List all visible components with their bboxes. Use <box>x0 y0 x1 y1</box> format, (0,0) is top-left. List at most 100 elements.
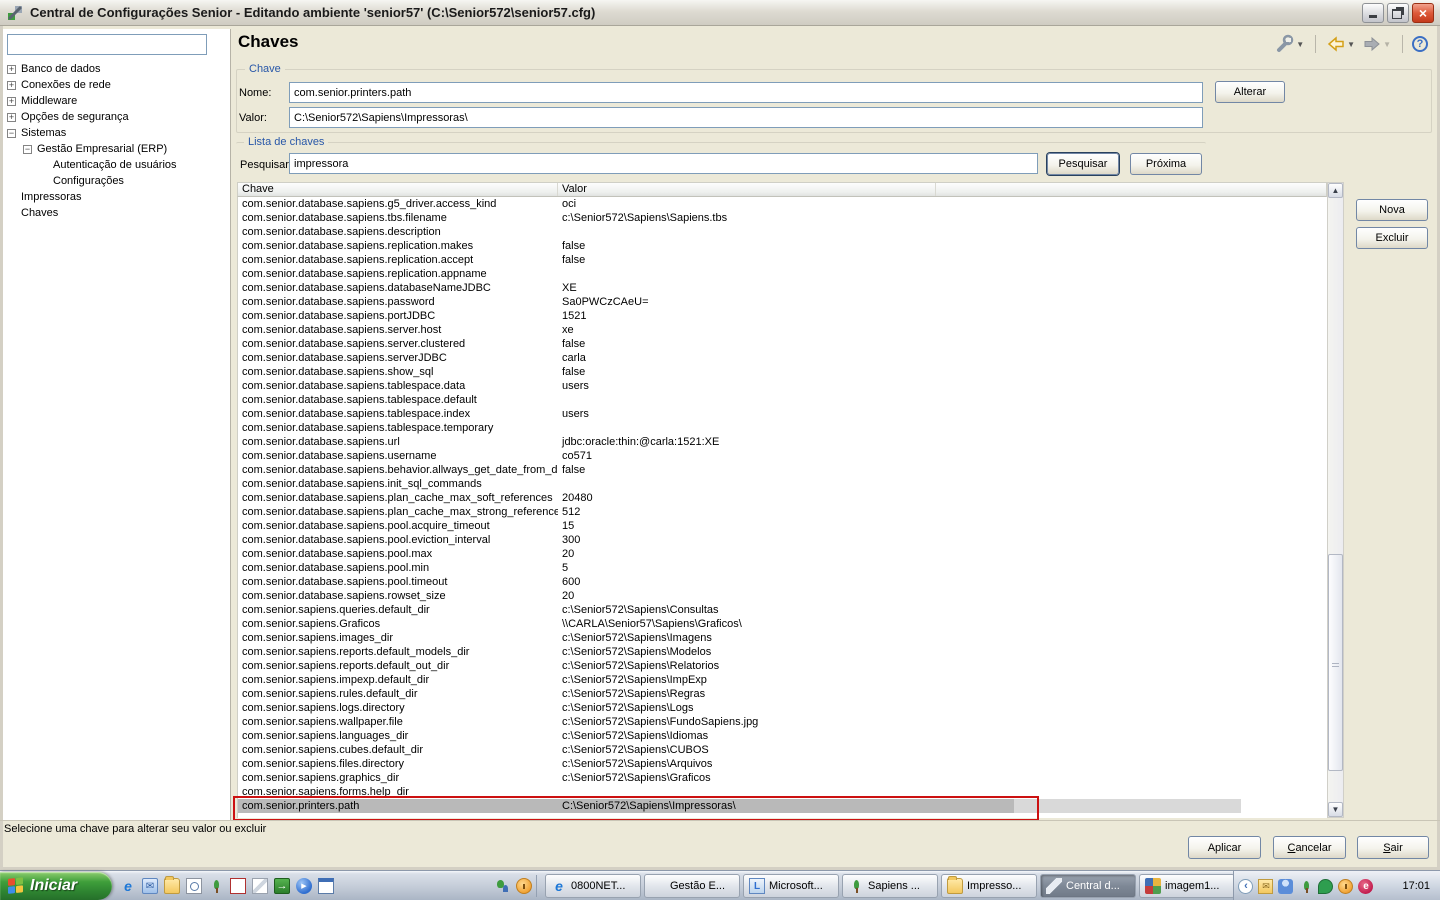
mail-icon[interactable] <box>1258 879 1273 894</box>
document-icon[interactable] <box>186 878 202 894</box>
taskbar-task[interactable]: Central d... <box>1040 874 1136 898</box>
app-pie-4-icon[interactable] <box>406 878 422 894</box>
table-row[interactable]: com.senior.database.sapiens.rowset_size … <box>238 589 1327 603</box>
table-row[interactable]: com.senior.database.sapiens.server.host … <box>238 323 1327 337</box>
red-e-icon[interactable] <box>1358 879 1373 894</box>
tree-item[interactable]: + Middleware <box>7 93 228 109</box>
messenger-user-icon[interactable] <box>1278 879 1293 894</box>
taskbar-task[interactable]: Impresso... <box>941 874 1037 898</box>
clock-icon[interactable] <box>1338 879 1353 894</box>
app-pie-6-icon[interactable] <box>450 878 466 894</box>
sair-button[interactable]: Sair <box>1357 836 1429 859</box>
window-icon[interactable] <box>318 878 334 894</box>
table-row[interactable]: com.senior.database.sapiens.databaseName… <box>238 281 1327 295</box>
vertical-scrollbar[interactable]: ▲ ▼ <box>1327 182 1344 818</box>
taskbar-task[interactable]: Microsoft... <box>743 874 839 898</box>
table-row[interactable]: com.senior.database.sapiens.description <box>238 225 1327 239</box>
column-header-valor[interactable]: Valor <box>558 183 936 196</box>
table-row[interactable]: com.senior.sapiens.graphics_dir c:\Senio… <box>238 771 1327 785</box>
minimize-button[interactable] <box>1362 3 1384 23</box>
tree-item[interactable]: Impressoras <box>7 189 228 205</box>
back-button[interactable]: ▼ <box>1325 34 1357 54</box>
table-row[interactable]: com.senior.database.sapiens.server.clust… <box>238 337 1327 351</box>
table-row[interactable]: com.senior.sapiens.languages_dir c:\Seni… <box>238 729 1327 743</box>
table-row[interactable]: com.senior.sapiens.images_dir c:\Senior5… <box>238 631 1327 645</box>
chat-icon[interactable] <box>1318 879 1333 894</box>
table-row[interactable]: com.senior.database.sapiens.g5_driver.ac… <box>238 197 1327 211</box>
aplicar-button[interactable]: Aplicar <box>1188 836 1261 859</box>
table-row[interactable]: com.senior.database.sapiens.tbs.filename… <box>238 211 1327 225</box>
tree-toggle-icon[interactable]: + <box>7 65 16 74</box>
table-row[interactable]: com.senior.database.sapiens.tablespace.i… <box>238 407 1327 421</box>
tree-item[interactable]: Chaves <box>7 205 228 221</box>
table-row[interactable]: com.senior.database.sapiens.password Sa0… <box>238 295 1327 309</box>
table-row[interactable]: com.senior.sapiens.logs.directory c:\Sen… <box>238 701 1327 715</box>
table-row[interactable]: com.senior.database.sapiens.pool.evictio… <box>238 533 1327 547</box>
media-player-icon[interactable] <box>296 878 312 894</box>
table-row[interactable]: com.senior.sapiens.queries.default_dir c… <box>238 603 1327 617</box>
cancelar-button[interactable]: Cancelar <box>1273 836 1346 859</box>
table-row[interactable]: com.senior.database.sapiens.username co5… <box>238 449 1327 463</box>
tree-toggle-icon[interactable]: − <box>23 145 32 154</box>
tree-toggle-icon[interactable]: − <box>7 129 16 138</box>
app-pie-7-icon[interactable] <box>472 878 488 894</box>
table-row[interactable]: com.senior.database.sapiens.pool.timeout… <box>238 575 1327 589</box>
table-row[interactable]: com.senior.database.sapiens.plan_cache_m… <box>238 505 1327 519</box>
scrollbar-thumb[interactable] <box>1328 554 1343 771</box>
tree-person-icon[interactable] <box>494 878 510 894</box>
table-row[interactable]: com.senior.database.sapiens.behavior.all… <box>238 463 1327 477</box>
green-arrow-icon[interactable] <box>274 878 290 894</box>
app-pie-2-icon[interactable] <box>362 878 378 894</box>
sapiens-tree-icon[interactable] <box>1298 879 1313 894</box>
taskbar-task[interactable]: 0800NET... <box>545 874 641 898</box>
table-row[interactable]: com.senior.sapiens.forms.help_dir <box>238 785 1327 799</box>
table-row[interactable]: com.senior.database.sapiens.serverJDBC c… <box>238 351 1327 365</box>
forward-button[interactable]: ▼ <box>1361 34 1393 54</box>
tree-item[interactable]: Autenticação de usuários <box>7 157 228 173</box>
app-pie-5-icon[interactable] <box>428 878 444 894</box>
pesquisar-button[interactable]: Pesquisar <box>1047 153 1119 175</box>
close-button[interactable]: × <box>1412 3 1434 23</box>
window-titlebar[interactable]: Central de Configurações Senior - Editan… <box>0 0 1440 26</box>
proxima-button[interactable]: Próxima <box>1130 153 1202 175</box>
sapiens-tree-icon[interactable] <box>208 878 224 894</box>
table-row[interactable]: com.senior.database.sapiens.show_sql fal… <box>238 365 1327 379</box>
table-row[interactable]: com.senior.database.sapiens.tablespace.d… <box>238 393 1327 407</box>
table-row[interactable]: com.senior.database.sapiens.pool.max 20 <box>238 547 1327 561</box>
nome-input[interactable] <box>289 82 1203 103</box>
tree-toggle-icon[interactable]: + <box>7 113 16 122</box>
table-row[interactable]: com.senior.database.sapiens.replication.… <box>238 253 1327 267</box>
table-row[interactable]: com.senior.database.sapiens.url jdbc:ora… <box>238 435 1327 449</box>
ie-icon[interactable] <box>120 878 136 894</box>
table-row[interactable]: com.senior.sapiens.Graficos \\CARLA\Seni… <box>238 617 1327 631</box>
nova-button[interactable]: Nova <box>1356 199 1428 221</box>
table-row[interactable]: com.senior.sapiens.rules.default_dir c:\… <box>238 687 1327 701</box>
table-row[interactable]: com.senior.database.sapiens.init_sql_com… <box>238 477 1327 491</box>
column-header-chave[interactable]: Chave <box>238 183 558 196</box>
scroll-down-icon[interactable]: ▼ <box>1328 802 1343 817</box>
folder-icon[interactable] <box>164 878 180 894</box>
tree-filter-input[interactable] <box>7 34 207 55</box>
network-icon[interactable] <box>1378 879 1393 894</box>
editor-icon[interactable] <box>252 878 268 894</box>
tree-item[interactable]: + Conexões de rede <box>7 77 228 93</box>
tree-item[interactable]: − Sistemas <box>7 125 228 141</box>
table-row[interactable]: com.senior.sapiens.reports.default_model… <box>238 645 1327 659</box>
table-row[interactable]: com.senior.sapiens.files.directory c:\Se… <box>238 757 1327 771</box>
tree-toggle-icon[interactable]: + <box>7 97 16 106</box>
outlook-icon[interactable] <box>142 878 158 894</box>
table-row[interactable]: com.senior.database.sapiens.replication.… <box>238 267 1327 281</box>
app-pie-3-icon[interactable] <box>384 878 400 894</box>
table-row[interactable]: com.senior.database.sapiens.pool.min 5 <box>238 561 1327 575</box>
tree-item[interactable]: Configurações <box>7 173 228 189</box>
table-row[interactable]: com.senior.database.sapiens.replication.… <box>238 239 1327 253</box>
taskbar-task[interactable]: Sapiens ... <box>842 874 938 898</box>
table-row[interactable]: com.senior.printers.path C:\Senior572\Sa… <box>238 799 1327 813</box>
table-row[interactable]: com.senior.database.sapiens.tablespace.d… <box>238 379 1327 393</box>
tree-item[interactable]: + Banco de dados <box>7 61 228 77</box>
chart-icon[interactable] <box>230 878 246 894</box>
table-row[interactable]: com.senior.database.sapiens.tablespace.t… <box>238 421 1327 435</box>
clock-icon[interactable] <box>516 878 532 894</box>
alterar-button[interactable]: Alterar <box>1215 81 1285 103</box>
collapse-chevron-icon[interactable] <box>1238 879 1253 894</box>
